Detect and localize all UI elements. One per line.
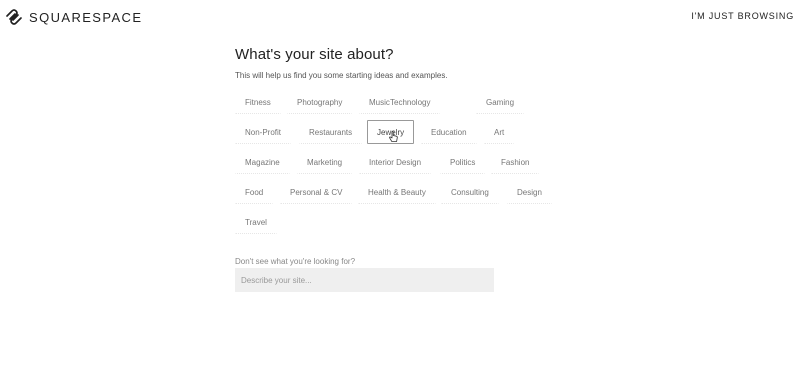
category-chip-fashion[interactable]: Fashion bbox=[491, 150, 540, 174]
category-chip-design[interactable]: Design bbox=[507, 180, 552, 204]
category-chip-travel[interactable]: Travel bbox=[235, 210, 277, 234]
category-chip-restaurants[interactable]: Restaurants bbox=[299, 120, 363, 144]
pointer-cursor-icon bbox=[389, 131, 398, 142]
brand-name: SQUARESPACE bbox=[29, 9, 143, 25]
just-browsing-link[interactable]: I'M JUST BROWSING bbox=[691, 11, 794, 21]
other-topic-label: Don't see what you're looking for? bbox=[235, 257, 356, 266]
category-chip-health-beauty[interactable]: Health & Beauty bbox=[358, 180, 436, 204]
category-chip-gaming[interactable]: Gaming bbox=[476, 90, 525, 114]
category-chip-photography[interactable]: Photography bbox=[287, 90, 353, 114]
category-chip-art[interactable]: Art bbox=[484, 120, 515, 144]
site-topic-panel: What's your site about? This will help u… bbox=[235, 46, 565, 292]
category-chip-education[interactable]: Education bbox=[421, 120, 477, 144]
category-chip-non-profit[interactable]: Non-Profit bbox=[235, 120, 292, 144]
category-chip-technology[interactable]: Technology bbox=[380, 90, 441, 114]
describe-site-input[interactable] bbox=[235, 268, 494, 292]
category-chip-interior-design[interactable]: Interior Design bbox=[359, 150, 432, 174]
brand-logo[interactable]: SQUARESPACE bbox=[4, 7, 142, 27]
category-chip-magazine[interactable]: Magazine bbox=[235, 150, 290, 174]
category-chip-consulting[interactable]: Consulting bbox=[441, 180, 499, 204]
category-chip-personal-cv[interactable]: Personal & CV bbox=[280, 180, 353, 204]
category-chip-marketing[interactable]: Marketing bbox=[297, 150, 353, 174]
page-subtitle: This will help us find you some starting… bbox=[235, 71, 448, 80]
page-title: What's your site about? bbox=[235, 46, 394, 63]
top-bar: SQUARESPACE I'M JUST BROWSING bbox=[0, 0, 800, 34]
squarespace-logo-icon bbox=[6, 9, 22, 25]
category-chip-fitness[interactable]: Fitness bbox=[235, 90, 281, 114]
category-chip-food[interactable]: Food bbox=[235, 180, 274, 204]
category-chip-politics[interactable]: Politics bbox=[440, 150, 486, 174]
